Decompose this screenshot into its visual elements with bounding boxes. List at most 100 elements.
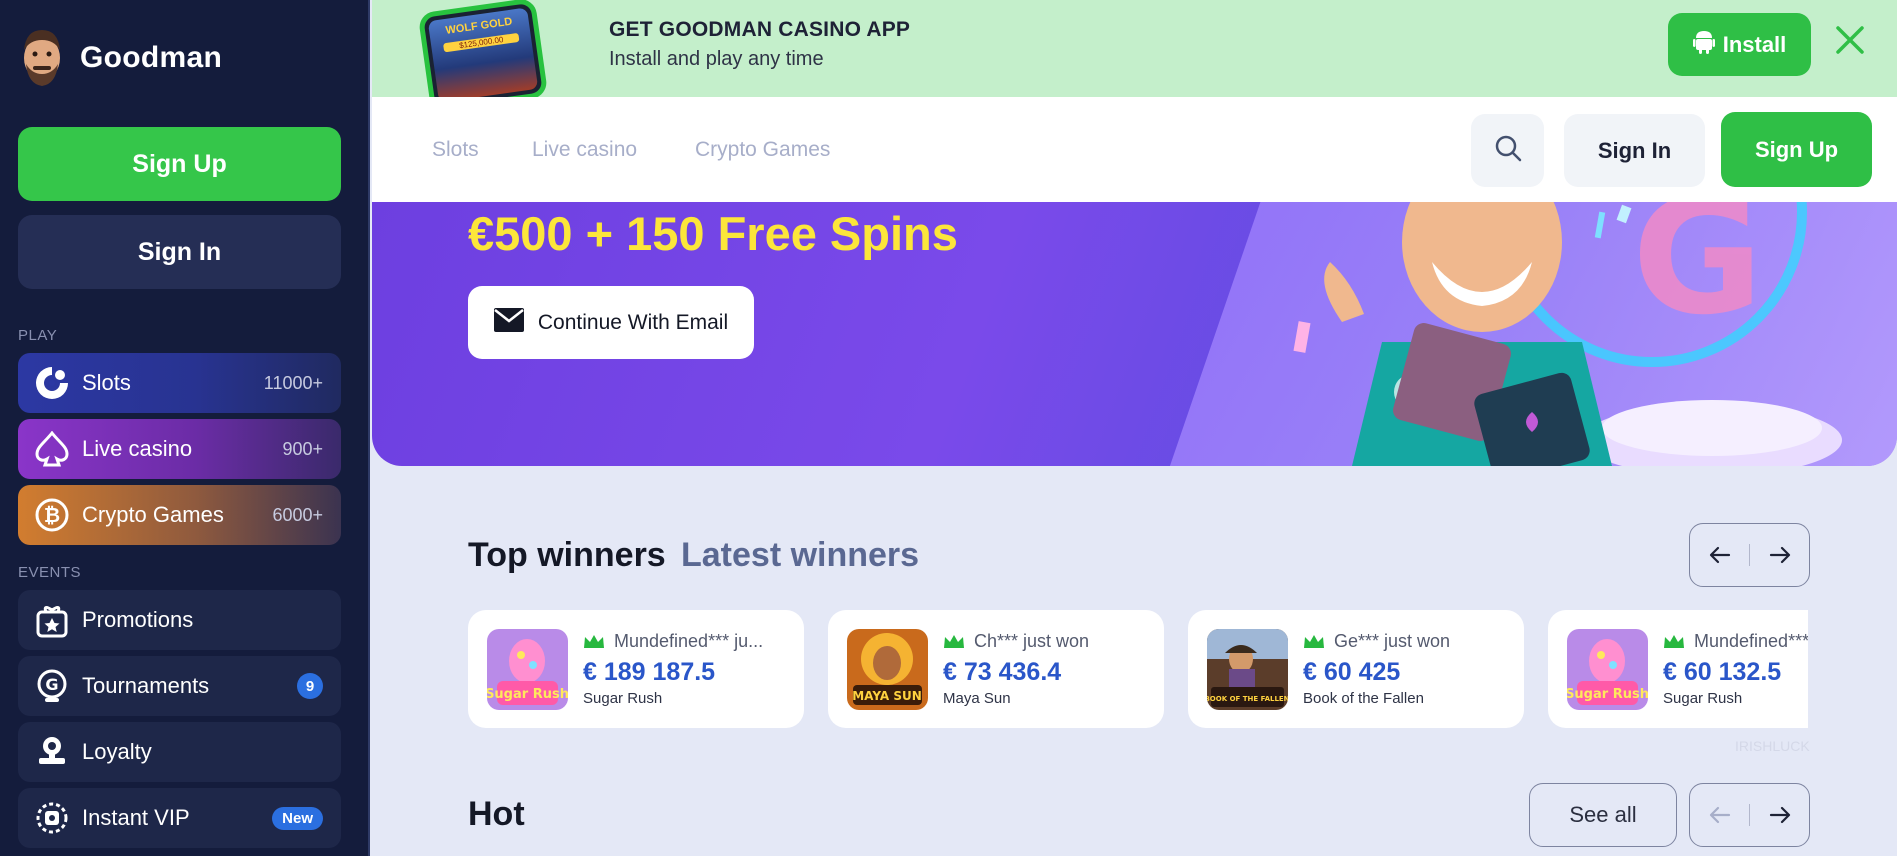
game-thumbnail: MAYA SUN	[847, 629, 928, 710]
sidebar-item-count: 900+	[282, 438, 323, 459]
sidebar-item-label: Slots	[82, 370, 131, 395]
hero-illustration: G	[1293, 202, 1842, 466]
see-all-button[interactable]: See all	[1529, 783, 1677, 847]
hero-title: €500 + 150 Free Spins	[468, 207, 958, 260]
nav-link-slots[interactable]: Slots	[432, 138, 479, 162]
nav-link-live-casino[interactable]: Live casino	[532, 138, 637, 162]
header-signin-button[interactable]: Sign In	[1564, 114, 1705, 187]
svg-text:G: G	[1632, 202, 1763, 350]
sidebar-item-count: 6000+	[272, 504, 323, 525]
app-banner-subtitle: Install and play any time	[609, 48, 824, 70]
sidebar-item-slots[interactable]: Slots 11000+	[18, 353, 341, 413]
sidebar-item-loyalty[interactable]: Loyalty	[18, 722, 341, 782]
winner-name: Ge*** just won	[1334, 631, 1451, 651]
search-button[interactable]	[1471, 114, 1544, 187]
sidebar: Goodman Sign Up Sign In PLAY Slots 11000…	[0, 0, 370, 856]
sidebar-item-instant-vip[interactable]: Instant VIP New	[18, 788, 341, 848]
loyalty-icon	[32, 732, 72, 772]
winner-amount: € 189 187.5	[583, 658, 716, 686]
winner-card[interactable]: BOOK OF THE FALLEN Ge*** just won € 60 4…	[1188, 610, 1524, 728]
crown-icon	[1663, 634, 1685, 655]
sidebar-item-label: Promotions	[82, 607, 194, 632]
app-download-banner: WOLF GOLD $125,000.00 GET GOODMAN CASINO…	[372, 0, 1897, 113]
sidebar-item-label: Crypto Games	[82, 502, 224, 527]
phone-jackpot-amount: $125,000.00	[443, 32, 520, 53]
sidebar-item-label: Instant VIP	[82, 805, 190, 830]
crown-icon	[943, 634, 965, 655]
mail-icon	[493, 307, 524, 338]
winner-game: Sugar Rush	[1663, 690, 1743, 707]
sidebar-signup-button[interactable]: Sign Up	[18, 127, 341, 201]
game-thumbnail: Sugar Rush	[487, 629, 568, 710]
winner-card[interactable]: Sugar Rush Mundefined*** € 60 132.5 Suga…	[1548, 610, 1808, 728]
arrow-right-icon[interactable]	[1750, 524, 1809, 586]
vip-icon	[32, 798, 72, 838]
logo[interactable]: Goodman	[18, 28, 222, 88]
sidebar-item-live-casino[interactable]: Live casino 900+	[18, 419, 341, 479]
crown-icon	[583, 634, 605, 655]
top-navigation: Slots Live casino Crypto Games Sign In S…	[372, 97, 1897, 202]
android-icon	[1692, 29, 1715, 61]
winner-game: Maya Sun	[943, 690, 1011, 707]
thumbnail-text: Sugar Rush	[1567, 687, 1648, 702]
app-banner-title: GET GOODMAN CASINO APP	[609, 18, 911, 41]
tournaments-count-badge: 9	[297, 673, 323, 699]
phone-app-preview: WOLF GOLD $125,000.00	[417, 0, 549, 113]
thumbnail-text: MAYA SUN	[852, 689, 922, 703]
search-icon	[1494, 134, 1522, 167]
game-thumbnail: BOOK OF THE FALLEN	[1207, 629, 1288, 710]
hot-section-title: Hot	[468, 795, 525, 833]
watermark-text: IRISHLUCK	[1735, 738, 1810, 754]
tab-top-winners[interactable]: Top winners	[468, 536, 666, 575]
winner-name: Ch*** just won	[974, 631, 1090, 651]
slots-icon	[32, 363, 72, 403]
trophy-icon: G	[32, 666, 72, 706]
sidebar-item-count: 11000+	[263, 372, 323, 393]
winner-card[interactable]: MAYA SUN Ch*** just won € 73 436.4 Maya …	[828, 610, 1164, 728]
winner-amount: € 60 425	[1303, 658, 1401, 686]
thumbnail-text: BOOK OF THE FALLEN	[1207, 695, 1288, 703]
sidebar-item-label: Tournaments	[82, 673, 210, 698]
goodman-mascot-icon	[18, 28, 66, 88]
crown-icon	[1303, 634, 1325, 655]
email-button-label: Continue With Email	[537, 310, 729, 334]
logo-text: Goodman	[80, 41, 223, 74]
sidebar-signin-button[interactable]: Sign In	[18, 215, 341, 289]
winner-amount: € 60 132.5	[1663, 658, 1782, 686]
winner-game: Book of the Fallen	[1303, 690, 1424, 707]
arrow-left-icon[interactable]	[1690, 784, 1749, 846]
section-label-events: EVENTS	[18, 564, 82, 581]
new-badge: New	[272, 806, 323, 830]
continue-with-email-button[interactable]: Continue With Email	[468, 286, 754, 359]
thumbnail-text: Sugar Rush	[487, 687, 568, 702]
winner-game: Sugar Rush	[583, 690, 663, 707]
sidebar-item-label: Loyalty	[82, 739, 152, 764]
header-signup-button[interactable]: Sign Up	[1721, 112, 1872, 187]
bitcoin-icon: ₿	[32, 495, 72, 535]
sidebar-item-crypto-games[interactable]: ₿ Crypto Games 6000+	[18, 485, 341, 545]
install-button[interactable]: Install	[1668, 13, 1811, 76]
install-label: Install	[1722, 31, 1787, 57]
sidebar-item-label: Live casino	[82, 436, 193, 461]
winner-name: Mundefined***	[1694, 631, 1808, 651]
winner-name: Mundefined*** ju...	[614, 631, 764, 651]
winner-amount: € 73 436.4	[943, 658, 1062, 686]
game-thumbnail: Sugar Rush	[1567, 629, 1648, 710]
nav-link-crypto-games[interactable]: Crypto Games	[695, 138, 830, 162]
sidebar-item-promotions[interactable]: Promotions	[18, 590, 341, 650]
svg-text:₿: ₿	[44, 503, 60, 527]
arrow-right-icon[interactable]	[1750, 784, 1809, 846]
tab-latest-winners[interactable]: Latest winners	[681, 536, 919, 575]
hot-carousel-controls	[1689, 783, 1810, 847]
section-label-play: PLAY	[18, 327, 58, 344]
winners-carousel: Sugar Rush Mundefined*** ju... € 189 187…	[468, 610, 1808, 728]
winners-carousel-controls	[1689, 523, 1810, 587]
spade-icon	[32, 429, 72, 469]
arrow-left-icon[interactable]	[1690, 524, 1749, 586]
winner-card[interactable]: Sugar Rush Mundefined*** ju... € 189 187…	[468, 610, 804, 728]
svg-text:G: G	[45, 675, 58, 694]
close-banner-icon[interactable]	[1832, 22, 1868, 58]
sidebar-item-tournaments[interactable]: G Tournaments 9	[18, 656, 341, 716]
gift-icon	[32, 600, 72, 640]
hero-banner: G €500 + 150 Free Spins Continue With Em…	[372, 202, 1897, 466]
